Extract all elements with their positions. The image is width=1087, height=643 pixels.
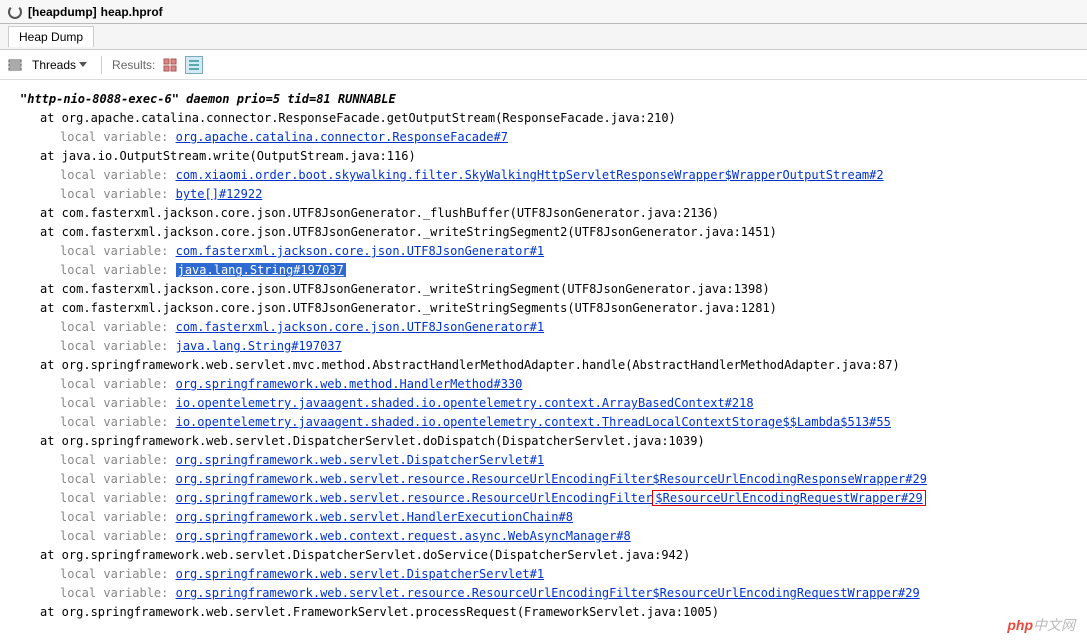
local-variable-label: local variable: <box>60 187 176 201</box>
tab-heap-dump[interactable]: Heap Dump <box>8 26 94 47</box>
selected-reference-link[interactable]: java.lang.String#197037 <box>176 263 346 277</box>
title-file: heap.hprof <box>101 5 163 19</box>
toolbar: Threads Results: <box>0 50 1087 80</box>
reference-link[interactable]: com.fasterxml.jackson.core.json.UTF8Json… <box>176 320 544 334</box>
reference-link[interactable]: org.apache.catalina.connector.ResponseFa… <box>176 130 508 144</box>
results-label: Results: <box>112 58 155 72</box>
local-variable-label: local variable: <box>60 130 176 144</box>
local-variable-label: local variable: <box>60 415 176 429</box>
reference-link[interactable]: io.opentelemetry.javaagent.shaded.io.ope… <box>176 415 891 429</box>
stack-trace-content[interactable]: "http-nio-8088-exec-6" daemon prio=5 tid… <box>0 80 1087 643</box>
reference-link[interactable]: org.springframework.web.servlet.HandlerE… <box>176 510 573 524</box>
separator <box>101 56 102 74</box>
thread-header: "http-nio-8088-exec-6" daemon prio=5 tid… <box>20 90 1079 109</box>
stack-frame: at com.fasterxml.jackson.core.json.UTF8J… <box>20 204 1079 223</box>
local-variable: local variable: org.springframework.web.… <box>20 451 1079 470</box>
local-variable-label: local variable: <box>60 396 176 410</box>
local-variable: local variable: org.springframework.web.… <box>20 489 1079 508</box>
reference-link[interactable]: com.xiaomi.order.boot.skywalking.filter.… <box>176 168 884 182</box>
stack-frame: at org.springframework.web.servlet.Dispa… <box>20 432 1079 451</box>
stack-frame: at org.springframework.web.servlet.Dispa… <box>20 546 1079 565</box>
tab-bar: Heap Dump <box>0 24 1087 50</box>
stack-frame: at org.apache.catalina.connector.Respons… <box>20 109 1079 128</box>
local-variable: local variable: com.fasterxml.jackson.co… <box>20 242 1079 261</box>
stack-frame: at org.springframework.web.servlet.mvc.m… <box>20 356 1079 375</box>
grid-view-button[interactable] <box>161 56 179 74</box>
title-prefix: [heapdump] <box>28 5 97 19</box>
local-variable-label: local variable: <box>60 586 176 600</box>
local-variable-label: local variable: <box>60 472 176 486</box>
stack-frame: at com.fasterxml.jackson.core.json.UTF8J… <box>20 280 1079 299</box>
local-variable-label: local variable: <box>60 567 176 581</box>
local-variable-label: local variable: <box>60 510 176 524</box>
reference-link[interactable]: org.springframework.web.servlet.resource… <box>176 586 920 600</box>
reference-link[interactable]: byte[]#12922 <box>176 187 263 201</box>
local-variable-label: local variable: <box>60 339 176 353</box>
chevron-down-icon <box>79 62 87 67</box>
local-variable-label: local variable: <box>60 529 176 543</box>
stack-frame: at com.fasterxml.jackson.core.json.UTF8J… <box>20 299 1079 318</box>
threads-dropdown[interactable]: Threads <box>28 56 91 74</box>
local-variable: local variable: org.springframework.web.… <box>20 470 1079 489</box>
stack-frame: at java.io.OutputStream.write(OutputStre… <box>20 147 1079 166</box>
window-title-bar: [heapdump] heap.hprof <box>0 0 1087 24</box>
reference-link[interactable]: org.springframework.web.servlet.resource… <box>176 472 927 486</box>
local-variable: local variable: org.springframework.web.… <box>20 508 1079 527</box>
local-variable-label: local variable: <box>60 491 176 505</box>
local-variable: local variable: io.opentelemetry.javaage… <box>20 394 1079 413</box>
local-variable: local variable: org.springframework.web.… <box>20 527 1079 546</box>
threads-label: Threads <box>32 58 76 72</box>
local-variable: local variable: org.springframework.web.… <box>20 584 1079 603</box>
reference-link[interactable]: org.springframework.web.servlet.resource… <box>176 491 653 505</box>
reference-link[interactable]: com.fasterxml.jackson.core.json.UTF8Json… <box>176 244 544 258</box>
reference-link[interactable]: org.springframework.web.servlet.Dispatch… <box>176 453 544 467</box>
local-variable: local variable: java.lang.String#197037 <box>20 261 1079 280</box>
reference-link[interactable]: org.springframework.web.context.request.… <box>176 529 631 543</box>
local-variable: local variable: com.xiaomi.order.boot.sk… <box>20 166 1079 185</box>
local-variable-label: local variable: <box>60 377 176 391</box>
highlighted-reference-box: $ResourceUrlEncodingRequestWrapper#29 <box>652 490 925 506</box>
local-variable-label: local variable: <box>60 263 176 277</box>
reference-link[interactable]: $ResourceUrlEncodingRequestWrapper#29 <box>655 491 922 505</box>
list-view-button[interactable] <box>185 56 203 74</box>
local-variable-label: local variable: <box>60 453 176 467</box>
local-variable-label: local variable: <box>60 168 176 182</box>
stack-frame: at org.springframework.web.servlet.Frame… <box>20 603 1079 622</box>
local-variable: local variable: byte[]#12922 <box>20 185 1079 204</box>
reference-link[interactable]: org.springframework.web.servlet.Dispatch… <box>176 567 544 581</box>
local-variable: local variable: org.apache.catalina.conn… <box>20 128 1079 147</box>
local-variable: local variable: io.opentelemetry.javaage… <box>20 413 1079 432</box>
reference-link[interactable]: java.lang.String#197037 <box>176 339 342 353</box>
local-variable: local variable: java.lang.String#197037 <box>20 337 1079 356</box>
loading-icon <box>8 5 22 19</box>
reference-link[interactable]: io.opentelemetry.javaagent.shaded.io.ope… <box>176 396 754 410</box>
local-variable: local variable: org.springframework.web.… <box>20 565 1079 584</box>
reference-link[interactable]: org.springframework.web.method.HandlerMe… <box>176 377 523 391</box>
local-variable: local variable: com.fasterxml.jackson.co… <box>20 318 1079 337</box>
stack-frame: at com.fasterxml.jackson.core.json.UTF8J… <box>20 223 1079 242</box>
local-variable-label: local variable: <box>60 244 176 258</box>
local-variable: local variable: org.springframework.web.… <box>20 375 1079 394</box>
local-variable-label: local variable: <box>60 320 176 334</box>
watermark: php中文网 <box>1007 615 1075 635</box>
list-icon[interactable] <box>8 58 22 72</box>
